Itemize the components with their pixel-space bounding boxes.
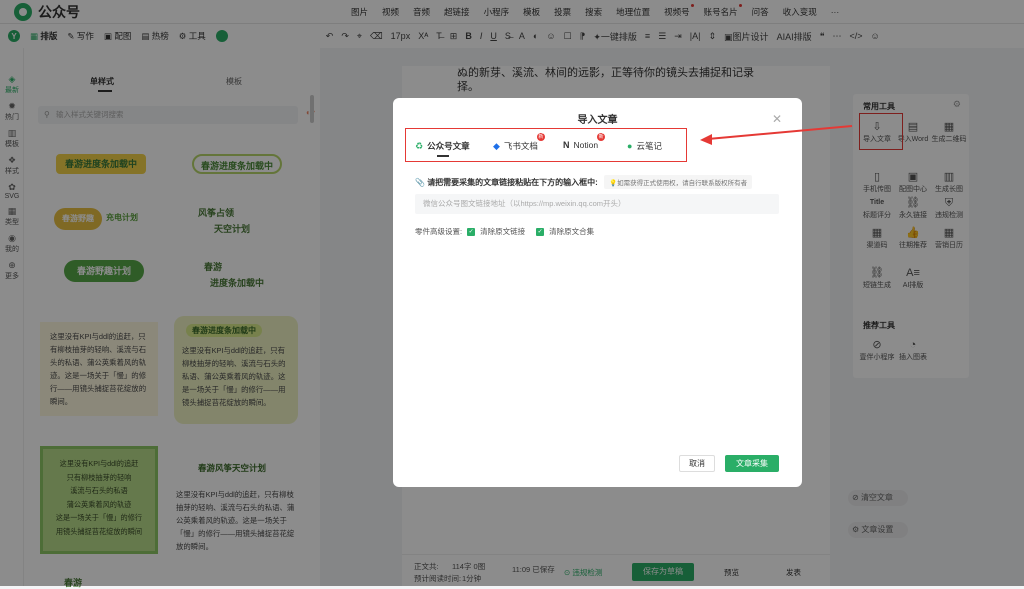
arrow-line xyxy=(707,125,853,140)
annotation-arrow xyxy=(700,125,853,145)
arrow-head xyxy=(700,134,712,145)
